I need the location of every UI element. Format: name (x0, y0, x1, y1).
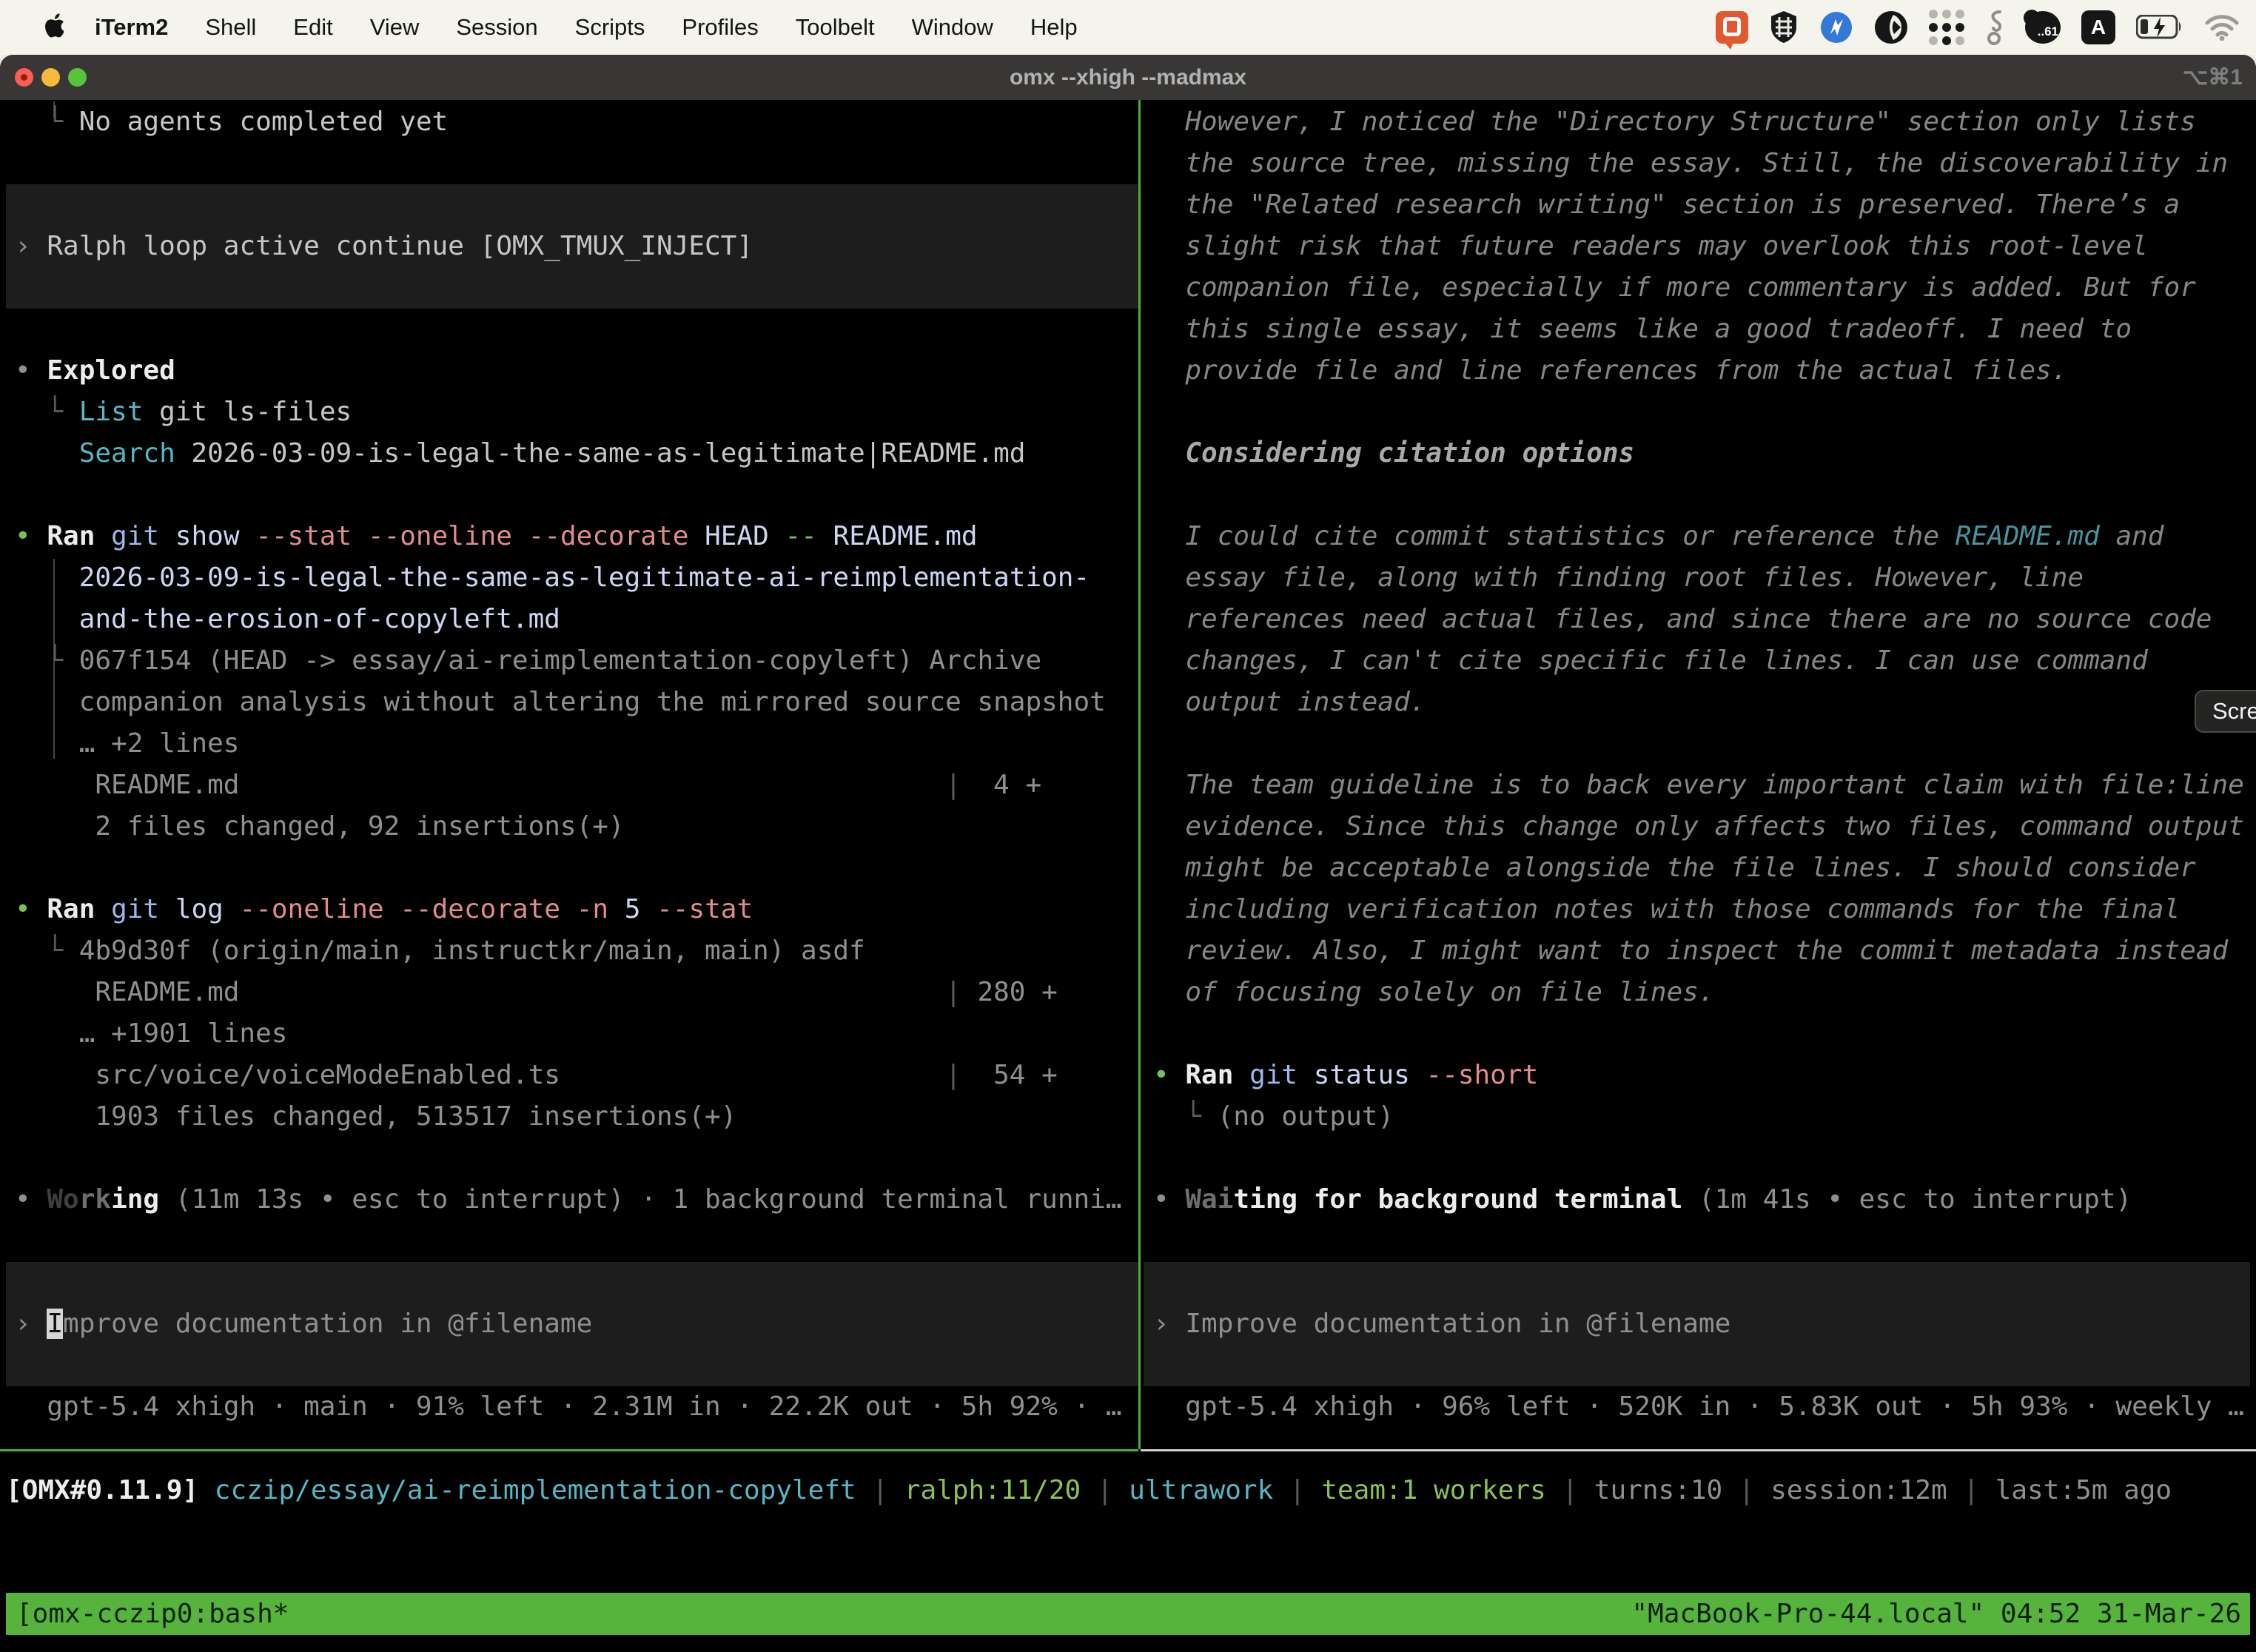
terminal-line: including verification notes with those … (1153, 889, 2180, 930)
grid-dots-icon[interactable] (1929, 10, 1964, 45)
battery-charging-icon[interactable] (2136, 15, 2183, 40)
tmux-host-clock: "MacBook-Pro-44.local" 04:52 31-Mar-26 (1631, 1593, 2241, 1635)
terminal-line: review. Also, I might want to inspect th… (1153, 930, 2228, 972)
terminal-line: › Improve documentation in @filename (15, 1303, 592, 1345)
terminal-line: slight risk that future readers may over… (1153, 226, 2148, 267)
window-title: omx --xhigh --madmax (0, 55, 2256, 100)
terminal-line: • Ran git status --short (1153, 1055, 1538, 1096)
menu-iterm2[interactable]: iTerm2 (95, 14, 168, 41)
badge-61-icon[interactable]: ..61 (2025, 11, 2061, 44)
terminal-line: 2026-03-09-is-legal-the-same-as-legitima… (15, 557, 1090, 599)
terminal-pane-left[interactable]: └ No agents completed yet › Ralph loop ac… (0, 100, 1138, 1449)
terminal-line: README.md | 4 + (15, 765, 1041, 806)
terminal-line: README.md | 280 + (15, 972, 1058, 1013)
terminal-line: the source tree, missing the essay. Stil… (1153, 143, 2228, 184)
apple-menu-icon[interactable] (38, 13, 64, 42)
terminal-line: • Waiting for background terminal (1m 41… (1153, 1179, 2132, 1220)
terminal-line: • Ran git show --stat --oneline --decora… (15, 516, 978, 557)
terminal-line: • Working (11m 13s • esc to interrupt) ·… (15, 1179, 1122, 1220)
terminal-window: omx --xhigh --madmax ⌥⌘1 └ No agents com… (0, 55, 2256, 1652)
terminal-line: └ 4b9d30f (origin/main, instructkr/main,… (15, 930, 865, 972)
terminal-line: However, I noticed the "Directory Struct… (1153, 101, 2196, 143)
terminal-line: essay file, along with finding root file… (1153, 557, 2084, 599)
terminal-line: I could cite commit statistics or refere… (1153, 516, 2163, 557)
terminal-line: gpt-5.4 xhigh · main · 91% left · 2.31M … (15, 1386, 1122, 1428)
menu-window[interactable]: Window (912, 14, 993, 41)
menu-view[interactable]: View (370, 14, 420, 41)
menu-toolbelt[interactable]: Toolbelt (796, 14, 875, 41)
terminal-line: of focusing solely on file lines. (1153, 972, 1715, 1013)
terminal-line: └ 067f154 (HEAD -> essay/ai-reimplementa… (15, 640, 1041, 682)
menu-edit[interactable]: Edit (293, 14, 332, 41)
squiggle-icon[interactable] (1985, 9, 2004, 46)
terminal-line: src/voice/voiceModeEnabled.ts | 54 + (15, 1055, 1058, 1096)
wifi-icon[interactable] (2204, 14, 2240, 41)
screen-share-overlay-button[interactable]: Scre (2195, 690, 2256, 733)
menu-help[interactable]: Help (1030, 14, 1078, 41)
terminal-line: gpt-5.4 xhigh · 96% left · 520K in · 5.8… (1153, 1386, 2244, 1428)
a-badge-icon[interactable]: A (2081, 10, 2115, 44)
terminal-line: › Ralph loop active continue [OMX_TMUX_I… (15, 226, 753, 267)
terminal-line: references need actual files, and since … (1153, 599, 2212, 640)
terminal-line: and-the-erosion-of-copyleft.md (15, 599, 560, 640)
terminal-line: └ No agents completed yet (15, 101, 448, 143)
terminal-line: … +2 lines (15, 723, 239, 765)
terminal-line: … +1901 lines (15, 1013, 287, 1055)
terminal-line: the "Related research writing" section i… (1153, 184, 2180, 226)
chat-icon[interactable] (1716, 11, 1748, 44)
menu-profiles[interactable]: Profiles (682, 14, 758, 41)
terminal-line: this single essay, it seems like a good … (1153, 309, 2132, 350)
screen-share-overlay-label: Scre (2212, 698, 2256, 724)
tab-shortcut-badge: ⌥⌘1 (2183, 55, 2243, 100)
terminal-line: 2 files changed, 92 insertions(+) (15, 806, 625, 847)
terminal-line: The team guideline is to back every impo… (1153, 765, 2244, 806)
terminal-line: Considering citation options (1153, 433, 1634, 474)
terminal-line: 1903 files changed, 513517 insertions(+) (15, 1096, 736, 1138)
pane-bottom-border-active (0, 1449, 1138, 1451)
menu-items: iTerm2 Shell Edit View Session Scripts Profile… (95, 14, 1078, 41)
terminal-line: • Ran git log --oneline --decorate -n 5 … (15, 889, 753, 930)
shield-grid-icon[interactable] (1769, 10, 1799, 44)
menu-session[interactable]: Session (456, 14, 537, 41)
terminal-line: Search 2026-03-09-is-legal-the-same-as-l… (15, 433, 1025, 474)
window-title-bar[interactable]: omx --xhigh --madmax ⌥⌘1 (0, 55, 2256, 100)
pane-divider[interactable] (1138, 100, 1141, 1449)
tmux-status-bar: [omx-cczip0:bash* "MacBook-Pro-44.local"… (6, 1593, 2250, 1635)
terminal-line: provide file and line references from th… (1153, 350, 2067, 392)
terminal-line: evidence. Since this change only affects… (1153, 806, 2244, 847)
menu-bar: iTerm2 Shell Edit View Session Scripts Profile… (0, 0, 2256, 55)
terminal-line: └ (no output) (1153, 1096, 1394, 1138)
speedtest-icon[interactable] (1819, 10, 1853, 44)
terminal-line: companion analysis without altering the … (15, 682, 1106, 723)
menu-shell[interactable]: Shell (205, 14, 256, 41)
terminal-line: might be acceptable alongside the file l… (1153, 847, 2196, 889)
terminal-line: changes, I can't cite specific file line… (1153, 640, 2148, 682)
menubar-status-icons: ..61 A (1716, 0, 2240, 55)
terminal-pane-right[interactable]: However, I noticed the "Directory Struct… (1141, 100, 2256, 1449)
terminal-line: › Improve documentation in @filename (1153, 1303, 1730, 1345)
terminal-line: • Explored (15, 350, 175, 392)
terminal-line: companion file, especially if more comme… (1153, 267, 2196, 309)
pane-bottom-border (1141, 1449, 2256, 1451)
terminal-line: └ List git ls-files (15, 392, 352, 433)
menu-scripts[interactable]: Scripts (575, 14, 645, 41)
tmux-session-label: [omx-cczip0:bash* (16, 1593, 289, 1635)
omx-status-line: [OMX#0.11.9] cczip/essay/ai-reimplementa… (6, 1470, 2172, 1511)
terminal-line: output instead. (1153, 682, 1426, 723)
kaleidoscope-icon[interactable] (1874, 10, 1908, 44)
